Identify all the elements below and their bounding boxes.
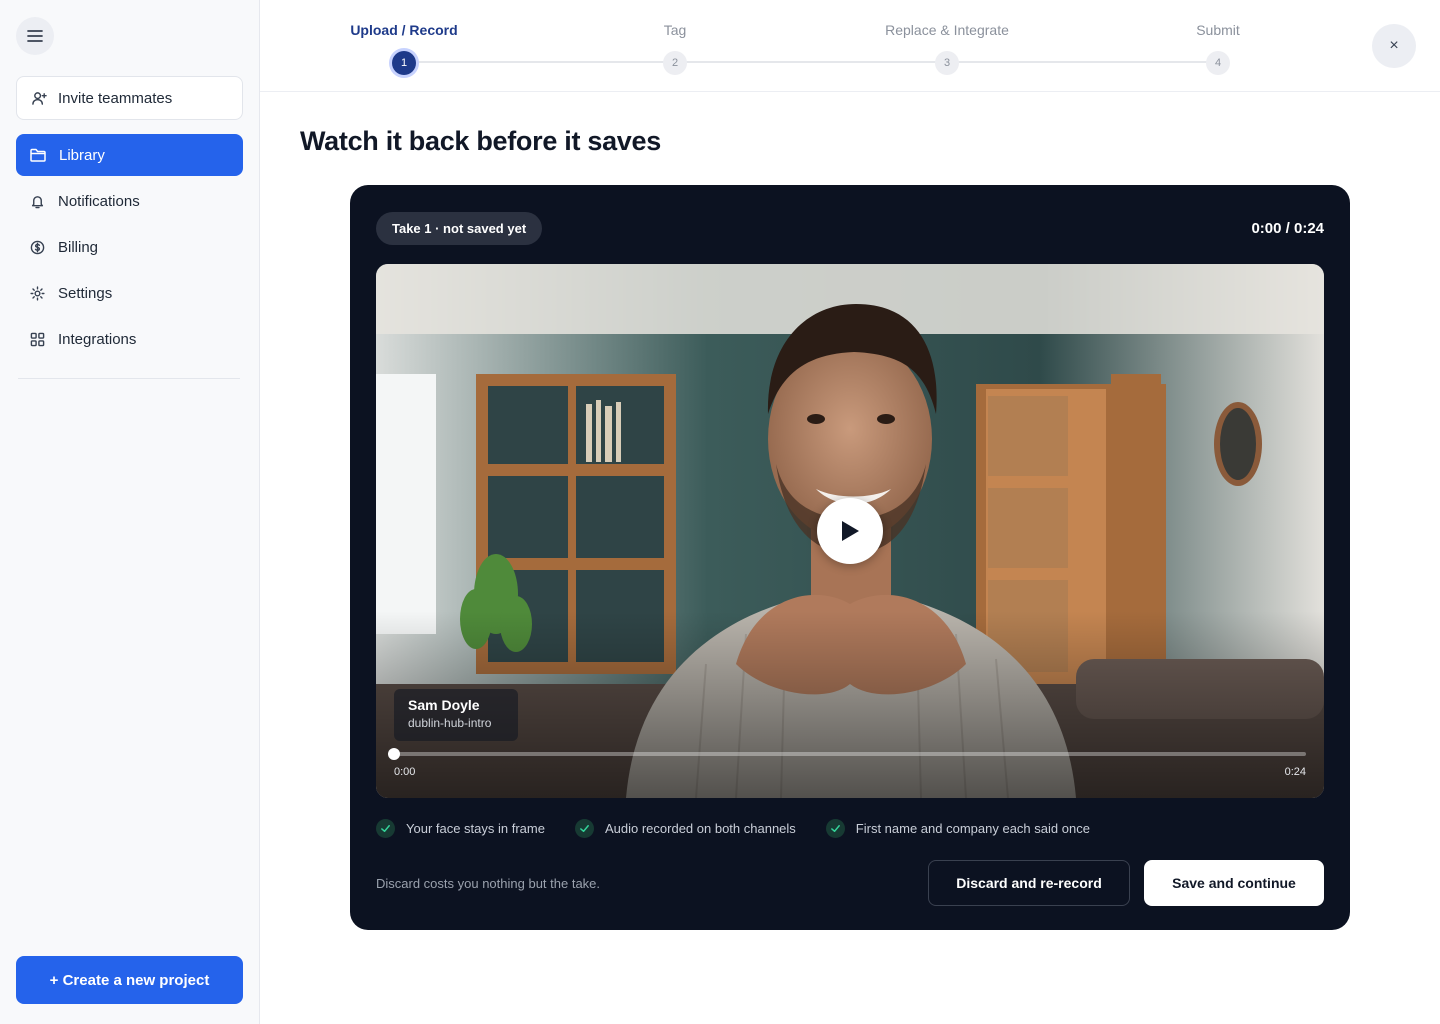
check-label: Audio recorded on both channels (604, 821, 796, 836)
create-project-button[interactable]: + Create a new project (16, 956, 243, 1004)
grid-icon (30, 332, 45, 346)
check-icon (376, 819, 395, 838)
check-item: Audio recorded on both channels (574, 819, 796, 838)
sidebar-item-notifications[interactable]: Notifications (16, 180, 243, 222)
sidebar-divider (18, 378, 240, 379)
step-number: 4 (1206, 51, 1230, 75)
step-label: Submit (1196, 22, 1240, 38)
step-connector (948, 61, 1218, 63)
sidebar-item-label: Integrations (58, 330, 137, 348)
invite-teammates-button[interactable]: Invite teammates (16, 76, 243, 120)
step-label: Replace & Integrate (885, 22, 1009, 38)
menu-button[interactable] (16, 17, 54, 55)
time-start: 0:00 (394, 766, 416, 778)
step-number: 3 (935, 51, 959, 75)
time-readout: 0:00 / 0:24 (1251, 220, 1324, 237)
sidebar-item-billing[interactable]: Billing (16, 226, 243, 268)
play-icon (842, 521, 859, 541)
step-label: Upload / Record (350, 22, 458, 38)
step-connector (676, 61, 946, 63)
dollar-circle-icon (30, 240, 45, 254)
sidebar-item-label: Notifications (58, 192, 140, 210)
step-label: Tag (663, 22, 687, 38)
quality-checklist: Your face stays in frame Audio recorded … (376, 819, 1090, 838)
take-status-badge: Take 1 · not saved yet (376, 212, 543, 245)
clip-name: dublin-hub-intro (408, 716, 492, 730)
check-label: Your face stays in frame (406, 821, 545, 836)
play-button[interactable] (817, 498, 883, 564)
step-connector (404, 61, 674, 63)
video-scrubber[interactable] (388, 748, 1306, 760)
add-user-icon (32, 91, 47, 105)
hamburger-icon (27, 30, 43, 42)
sidebar-item-label: Settings (58, 284, 113, 302)
check-icon (574, 819, 594, 838)
sidebar-item-label: Library (59, 146, 105, 164)
sidebar-nav: Library Notifications Billing Settings I… (16, 134, 243, 364)
check-item: Your face stays in frame (376, 819, 545, 838)
sidebar-item-settings[interactable]: Settings (16, 272, 243, 314)
check-item: First name and company each said once (825, 819, 1090, 838)
check-label: First name and company each said once (855, 821, 1090, 836)
page-title: Watch it back before it saves (300, 126, 661, 156)
stepper: Upload / Record 1 Tag 2 Replace & Integr… (260, 0, 1440, 92)
save-continue-button[interactable]: Save and continue (1144, 860, 1324, 906)
close-icon: × (1389, 37, 1399, 54)
time-end: 0:24 (1284, 766, 1306, 778)
scrubber-handle[interactable] (388, 748, 400, 760)
bell-icon (31, 195, 44, 208)
video-player[interactable]: Sam Doyle dublin-hub-intro 0:00 0:24 (376, 264, 1324, 798)
folder-icon (30, 148, 46, 162)
sidebar: Invite teammates Library Notifications B… (0, 0, 260, 1024)
discard-hint: Discard costs you nothing but the take. (376, 876, 601, 891)
sidebar-item-library[interactable]: Library (16, 134, 243, 176)
check-icon (825, 819, 845, 838)
gear-icon (30, 285, 45, 301)
invite-teammates-label: Invite teammates (58, 89, 173, 107)
step-number: 2 (663, 51, 687, 75)
speaker-name-tag: Sam Doyle dublin-hub-intro (394, 689, 518, 741)
step-number: 1 (392, 51, 416, 75)
close-button[interactable]: × (1372, 24, 1416, 68)
speaker-name: Sam Doyle (408, 697, 480, 713)
sidebar-item-label: Billing (58, 238, 99, 256)
discard-rerecord-button[interactable]: Discard and re-record (928, 860, 1130, 906)
sidebar-item-integrations[interactable]: Integrations (16, 318, 243, 360)
review-card: Take 1 · not saved yet 0:00 / 0:24 Sam D… (350, 185, 1350, 930)
